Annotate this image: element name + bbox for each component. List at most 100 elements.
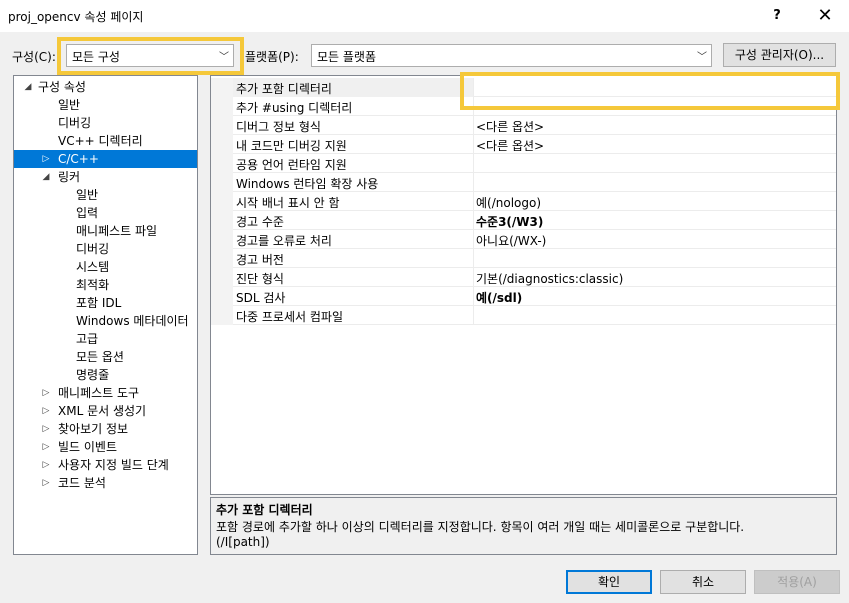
tree-item-linker-general[interactable]: 일반	[14, 186, 197, 204]
property-value[interactable]: 아니요(/WX-)	[476, 232, 546, 249]
config-highlight	[57, 37, 244, 75]
grid-row[interactable]: 디버그 정보 형식 <다른 옵션>	[211, 116, 836, 135]
tree-item-xml-doc-generator[interactable]: ▷ XML 문서 생성기	[14, 402, 197, 420]
property-value[interactable]: 예(/sdl)	[476, 289, 522, 306]
tree-item-label: 포함 IDL	[76, 296, 122, 310]
property-name: 추가 #using 디렉터리	[236, 101, 353, 115]
tree-item-custom-build-step[interactable]: ▷ 사용자 지정 빌드 단계	[14, 456, 197, 474]
tree-item-label: 모든 옵션	[76, 350, 124, 364]
tree-item-build-events[interactable]: ▷ 빌드 이벤트	[14, 438, 197, 456]
tree-item-linker-optimization[interactable]: 최적화	[14, 276, 197, 294]
tree-item-linker-windows-metadata[interactable]: Windows 메타데이터	[14, 312, 197, 330]
expand-icon[interactable]: ▷	[40, 420, 52, 438]
grid-row[interactable]: SDL 검사 예(/sdl)	[211, 287, 836, 306]
expand-icon[interactable]: ◢	[22, 78, 34, 96]
expand-icon[interactable]: ▷	[40, 384, 52, 402]
apply-button[interactable]: 적용(A)	[754, 570, 840, 594]
description-title: 추가 포함 디렉터리	[216, 503, 313, 517]
chevron-down-icon: ﹀	[697, 52, 707, 63]
tree-item-linker[interactable]: ◢ 링커	[14, 168, 197, 186]
tree-item-browse-info[interactable]: ▷ 찾아보기 정보	[14, 420, 197, 438]
grid-row[interactable]: 시작 배너 표시 안 함 예(/nologo)	[211, 192, 836, 211]
ok-button[interactable]: 확인	[566, 570, 652, 594]
tree-item-label: 구성 속성	[38, 80, 86, 94]
tree-item-label: Windows 메타데이터	[76, 314, 189, 328]
tree-item-linker-input[interactable]: 입력	[14, 204, 197, 222]
value-highlight	[460, 72, 840, 110]
tree-item-manifest-tool[interactable]: ▷ 매니페스트 도구	[14, 384, 197, 402]
grid-row[interactable]: 경고 수준 수준3(/W3)	[211, 211, 836, 230]
tree-item-linker-debugging[interactable]: 디버깅	[14, 240, 197, 258]
property-name: 시작 배너 표시 안 함	[236, 196, 340, 210]
expand-icon[interactable]: ▷	[40, 456, 52, 474]
tree-item-label: 매니페스트 파일	[76, 224, 158, 238]
property-name: 내 코드만 디버깅 지원	[236, 139, 347, 153]
tree-item-linker-embedded-idl[interactable]: 포함 IDL	[14, 294, 197, 312]
platform-dropdown[interactable]: 모든 플랫폼 ﹀	[311, 44, 712, 67]
cancel-button[interactable]: 취소	[660, 570, 746, 594]
tree-item-general[interactable]: 일반	[14, 96, 197, 114]
grid-row[interactable]: 다중 프로세서 컴파일	[211, 306, 836, 325]
tree-item-label: 일반	[76, 188, 99, 202]
window-title: proj_opencv 속성 페이지	[8, 10, 144, 24]
tree-item-linker-system[interactable]: 시스템	[14, 258, 197, 276]
tree-item-cpp[interactable]: ▷ C/C++	[14, 150, 197, 168]
close-icon[interactable]: ✕	[810, 4, 840, 28]
grid-row[interactable]: 진단 형식 기본(/diagnostics:classic)	[211, 268, 836, 287]
expand-icon[interactable]: ◢	[40, 168, 52, 186]
platform-value: 모든 플랫폼	[317, 50, 377, 64]
property-value[interactable]: <다른 옵션>	[476, 137, 544, 154]
property-value[interactable]: 수준3(/W3)	[476, 213, 543, 230]
tree-item-linker-advanced[interactable]: 고급	[14, 330, 197, 348]
tree-item-debugging[interactable]: 디버깅	[14, 114, 197, 132]
property-value[interactable]: 기본(/diagnostics:classic)	[476, 270, 623, 287]
tree-item-code-analysis[interactable]: ▷ 코드 분석	[14, 474, 197, 492]
config-manager-button[interactable]: 구성 관리자(O)...	[723, 43, 836, 67]
description-text: 포함 경로에 추가할 하나 이상의 디렉터리를 지정합니다. 항목이 여러 개일…	[216, 520, 745, 534]
tree-item-label: 링커	[58, 170, 81, 184]
property-name: 경고를 오류로 처리	[236, 234, 332, 248]
property-name: 경고 버전	[236, 253, 284, 267]
property-value[interactable]: 예(/nologo)	[476, 194, 541, 211]
tree-item-label: 시스템	[76, 260, 110, 274]
description-panel: 추가 포함 디렉터리 포함 경로에 추가할 하나 이상의 디렉터리를 지정합니다…	[210, 497, 837, 555]
grid-row[interactable]: Windows 런타임 확장 사용	[211, 173, 836, 192]
expand-icon[interactable]: ▷	[40, 402, 52, 420]
tree-item-label: XML 문서 생성기	[58, 404, 147, 418]
grid-row[interactable]: 경고 버전	[211, 249, 836, 268]
property-name: 경고 수준	[236, 215, 284, 229]
property-name: 공용 언어 런타임 지원	[236, 158, 347, 172]
tree-item-label: 사용자 지정 빌드 단계	[58, 458, 169, 472]
tree-item-label: 최적화	[76, 278, 110, 292]
grid-row[interactable]: 공용 언어 런타임 지원	[211, 154, 836, 173]
property-name: Windows 런타임 확장 사용	[236, 177, 379, 191]
property-tree[interactable]: ◢ 구성 속성 일반 디버깅 VC++ 디렉터리 ▷ C/C++ ◢ 링커 일반…	[13, 75, 198, 555]
property-name: 진단 형식	[236, 272, 284, 286]
help-icon[interactable]: ?	[762, 4, 792, 28]
property-name: 디버그 정보 형식	[236, 120, 321, 134]
tree-item-linker-manifest[interactable]: 매니페스트 파일	[14, 222, 197, 240]
tree-item-label: 빌드 이벤트	[58, 440, 118, 454]
tree-item-label: VC++ 디렉터리	[58, 134, 143, 148]
expand-icon[interactable]: ▷	[40, 150, 52, 168]
expand-icon[interactable]: ▷	[40, 474, 52, 492]
expand-icon[interactable]: ▷	[40, 438, 52, 456]
grid-row[interactable]: 경고를 오류로 처리 아니요(/WX-)	[211, 230, 836, 249]
platform-label: 플랫폼(P):	[245, 50, 299, 64]
tree-item-vc-directories[interactable]: VC++ 디렉터리	[14, 132, 197, 150]
tree-item-label: 매니페스트 도구	[58, 386, 140, 400]
tree-item-label: 찾아보기 정보	[58, 422, 129, 436]
property-name: SDL 검사	[236, 291, 286, 305]
tree-item-label: 일반	[58, 98, 81, 112]
tree-item-config-props[interactable]: ◢ 구성 속성	[14, 78, 197, 96]
property-value[interactable]: <다른 옵션>	[476, 118, 544, 135]
tree-item-label: 명령줄	[76, 368, 110, 382]
tree-item-linker-all-options[interactable]: 모든 옵션	[14, 348, 197, 366]
title-bar: proj_opencv 속성 페이지 ? ✕	[0, 0, 849, 32]
property-name: 추가 포함 디렉터리	[236, 82, 332, 96]
property-grid[interactable]: 추가 포함 디렉터리 추가 #using 디렉터리 디버그 정보 형식 <다른 …	[210, 75, 837, 495]
grid-row[interactable]: 내 코드만 디버깅 지원 <다른 옵션>	[211, 135, 836, 154]
tree-item-linker-command-line[interactable]: 명령줄	[14, 366, 197, 384]
tree-item-label: 고급	[76, 332, 99, 346]
config-label: 구성(C):	[12, 50, 56, 64]
